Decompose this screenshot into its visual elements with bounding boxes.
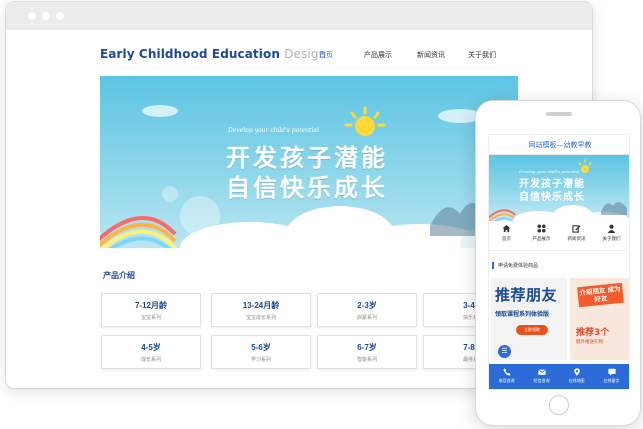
footer-label: 电话咨询 (498, 378, 515, 383)
edit-icon (572, 225, 581, 233)
user-icon (607, 224, 616, 233)
promo-headline: 推荐3个 (576, 328, 610, 338)
product-series: 启蒙系列 (356, 315, 377, 321)
promo-subline: 额外赠送礼物 (576, 340, 603, 345)
mobile-footer-bar: 电话咨询 短信咨询 在线地图 在线留言 (489, 364, 629, 389)
footer-call[interactable]: 电话咨询 (489, 368, 524, 384)
site-logo[interactable]: Early Childhood Education Design (100, 47, 326, 61)
mobile-icon-nav: 首页 产品展示 新闻资讯 关于我们 (489, 221, 629, 251)
section-accent-bar (492, 262, 494, 269)
mobile-nav-label: 首页 (502, 237, 511, 242)
product-age: 13-24月龄 (242, 301, 280, 310)
menu-fab-button[interactable]: ☰ (498, 345, 511, 358)
product-card[interactable]: 4-5岁 成长系列 (101, 335, 201, 369)
window-dot-icon (42, 12, 50, 20)
claim-button[interactable]: 立即领取 (516, 325, 548, 335)
mobile-hero-banner: Develop your child's potential 开发孩子潜能 自信… (489, 155, 629, 221)
site-header: Early Childhood Education Design 首页 产品展示… (6, 30, 592, 76)
product-series: 学习系列 (250, 357, 271, 363)
window-dot-icon (28, 12, 36, 20)
product-series: 成长系列 (140, 357, 161, 363)
mobile-phone-mockup: 网站模板—幼教早教 Develop your child's potential… (475, 100, 641, 426)
mobile-nav-about[interactable]: 关于我们 (594, 224, 629, 242)
product-card[interactable]: 7-12月龄 宝宝系列 (101, 293, 201, 327)
product-age: 7-12月龄 (134, 301, 167, 310)
phone-speaker (546, 112, 572, 116)
home-icon (502, 224, 511, 233)
promo-subline: 领取课程系列体验版 (495, 311, 550, 318)
map-pin-icon (573, 368, 580, 376)
product-series: 宝宝成长系列 (245, 315, 276, 321)
mobile-nav-label: 产品展示 (532, 237, 551, 242)
product-age: 5-6岁 (251, 343, 271, 352)
promo-tag: 介绍朋友 成为好友 (577, 282, 624, 308)
mobile-section-title: 申请免费体验商品 (498, 263, 539, 269)
section-title-products: 产品介绍 (103, 271, 135, 280)
phone-icon (502, 368, 511, 376)
mobile-section-heading: 申请免费体验商品 (489, 261, 629, 271)
mail-icon (537, 369, 546, 375)
product-card[interactable]: 2-3岁 启蒙系列 (317, 293, 417, 327)
product-age: 4-5岁 (141, 343, 161, 352)
product-card[interactable]: 5-6岁 学习系列 (211, 335, 311, 369)
phone-home-button[interactable] (549, 395, 569, 415)
logo-text: Early Childhood Education (100, 47, 280, 61)
footer-map[interactable]: 在线地图 (559, 368, 594, 384)
mobile-banner-headline-2: 自信快乐成长 (519, 192, 585, 203)
product-card[interactable]: 6-7岁 智能系列 (317, 335, 417, 369)
product-series: 宝宝系列 (140, 315, 161, 321)
hero-banner: Develop your child's potential 开发孩子潜能 自信… (100, 76, 518, 248)
mobile-nav-label: 关于我们 (602, 237, 621, 242)
mobile-screen: 网站模板—幼教早教 Develop your child's potential… (488, 134, 630, 390)
chat-icon (607, 368, 616, 376)
grid-icon (537, 224, 546, 233)
mobile-nav-label: 新闻资讯 (567, 237, 586, 242)
promo-card-refer-three[interactable]: 介绍朋友 成为好友 推荐3个 额外赠送礼物 (570, 278, 629, 360)
footer-label: 短信咨询 (533, 378, 550, 383)
window-dot-icon (56, 12, 64, 20)
nav-about[interactable]: 关于我们 (468, 50, 496, 60)
product-age: 2-3岁 (357, 301, 377, 310)
product-age: 6-7岁 (357, 343, 377, 352)
footer-label: 在线地图 (568, 378, 585, 383)
banner-subtitle: Develop your child's potential (228, 127, 319, 134)
nav-home[interactable]: 首页 (319, 50, 333, 60)
mobile-banner-subtitle: Develop your child's potential (519, 169, 580, 174)
footer-sms[interactable]: 短信咨询 (524, 368, 559, 384)
browser-title-bar (6, 2, 592, 30)
nav-news[interactable]: 新闻资讯 (417, 50, 445, 60)
product-series: 智能系列 (356, 357, 377, 363)
mobile-nav-news[interactable]: 新闻资讯 (559, 224, 594, 242)
menu-icon: ☰ (501, 347, 508, 355)
nav-products[interactable]: 产品展示 (364, 50, 392, 60)
product-card[interactable]: 13-24月龄 宝宝成长系列 (211, 293, 311, 327)
banner-headline-2: 自信快乐成长 (226, 174, 388, 202)
mobile-page-title: 网站模板—幼教早教 (489, 135, 629, 155)
promo-headline: 推荐朋友 (495, 286, 558, 304)
footer-label: 在线留言 (603, 378, 620, 383)
footer-message[interactable]: 在线留言 (594, 368, 629, 384)
mobile-nav-products[interactable]: 产品展示 (524, 224, 559, 242)
mobile-nav-home[interactable]: 首页 (489, 224, 524, 242)
